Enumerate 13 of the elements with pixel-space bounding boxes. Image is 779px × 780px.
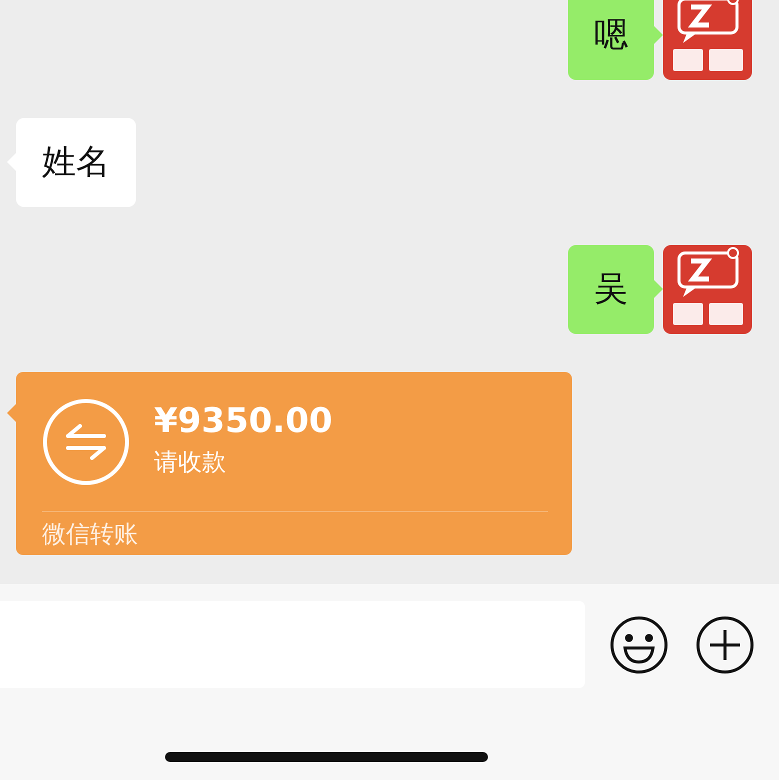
message-bubble: 嗯 [568,0,654,80]
transfer-icon [42,398,130,486]
emoji-button[interactable] [609,614,669,674]
message-bubble: 姓名 [16,118,136,207]
bubble-tail [654,26,663,44]
bubble-tail [654,280,663,298]
transfer-note: 请收款 [154,447,227,478]
transfer-amount: ¥9350.00 [154,402,333,440]
plus-button[interactable] [695,614,755,674]
transfer-card[interactable]: ¥9350.00 请收款 微信转账 [16,372,572,555]
message-bubble: 吴 [568,245,654,334]
bubble-tail [7,404,16,422]
transfer-label: 微信转账 [42,520,138,548]
